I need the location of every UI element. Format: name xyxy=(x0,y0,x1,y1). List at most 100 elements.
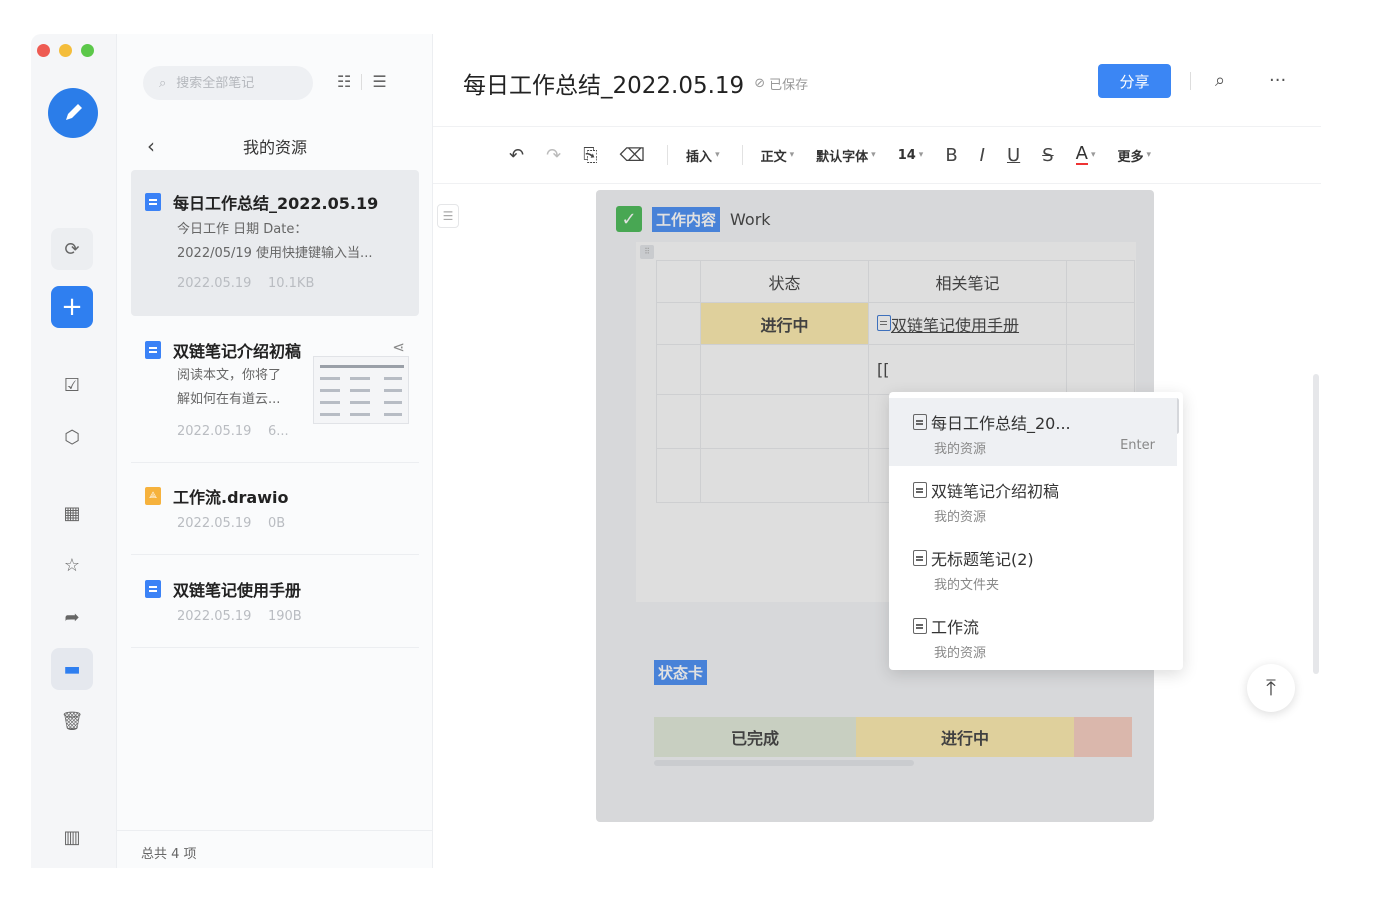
shared-button[interactable]: ➦ xyxy=(51,596,93,638)
more-dropdown[interactable]: 更多 ▾ xyxy=(1117,146,1151,165)
note-size: 10.1KB xyxy=(267,276,315,291)
note-title: 每日工作总结_2022.05.19 xyxy=(173,194,379,213)
sort-icon[interactable]: ☰ xyxy=(372,72,386,91)
doc-title[interactable]: 每日工作总结_2022.05.19 xyxy=(463,66,744,100)
note-item-intro[interactable]: 双链笔记介绍初稿 ⋖ 阅读本文，你将了 解如何在有道云... 2022.05.1… xyxy=(131,318,419,462)
trash-button[interactable]: 🗑 xyxy=(51,700,93,742)
add-icon: + xyxy=(61,292,83,322)
app-window: ⟳ + ☑ ⬡ ▦ ☆ ➦ ▬ 🗑 ▥ ⌕ 搜索全部笔记 ☷ ☰ ‹ 我的资源 … xyxy=(31,34,1321,868)
save-status: ⊘ 已保存 xyxy=(754,74,808,93)
back-icon[interactable]: ‹ xyxy=(147,134,155,158)
note-summary-line: 今日工作 日期 Date： xyxy=(177,222,308,237)
search-box[interactable]: ⌕ xyxy=(143,66,313,100)
editor-pane: 每日工作总结_2022.05.19 ⊘ 已保存 分享 ⌕ ··· ↶ ↷ ⎘ ⌫… xyxy=(433,34,1321,868)
paragraph-dropdown[interactable]: 正文 ▾ xyxy=(761,146,795,165)
view-mode-icon[interactable]: ☷ xyxy=(337,72,351,91)
tag-button[interactable]: ⬡ xyxy=(51,416,93,458)
note-summary-line: 2022/05/19 使用快捷键输入当... xyxy=(177,246,373,261)
layout-icon: ▥ xyxy=(63,826,81,848)
text-color-label: A xyxy=(1075,143,1088,165)
suggestion-title: 每日工作总结_20... xyxy=(931,414,1071,433)
search-input[interactable] xyxy=(176,75,287,91)
search-in-doc-icon[interactable]: ⌕ xyxy=(1215,70,1225,91)
italic-button[interactable]: I xyxy=(980,145,985,166)
note-size: 0B xyxy=(267,516,286,531)
more-label: 更多 xyxy=(1117,149,1144,165)
add-button[interactable]: + xyxy=(51,286,93,328)
task-icon: ☑ xyxy=(63,374,81,396)
chevron-down-icon: ▾ xyxy=(789,150,795,160)
font-size-dropdown[interactable]: 14 ▾ xyxy=(898,148,924,163)
minimize-window-button[interactable] xyxy=(59,44,72,57)
format-painter-icon[interactable]: ⎘ xyxy=(583,145,597,166)
suggestion-item[interactable]: 双链笔记介绍初稿 我的资源 xyxy=(889,466,1177,534)
note-list-panel: ⌕ ☷ ☰ ‹ 我的资源 每日工作总结_2022.05.19 今日工作 日期 D… xyxy=(117,34,433,868)
share-link-icon[interactable]: ⋖ xyxy=(392,338,405,356)
suggestion-location: 我的资源 xyxy=(934,442,987,457)
share-icon: ➦ xyxy=(64,606,80,628)
tag-icon: ⬡ xyxy=(64,426,80,448)
vertical-scrollbar[interactable] xyxy=(1313,374,1319,674)
note-title-row: ⟁ 工作流.drawio xyxy=(145,484,288,508)
app-logo[interactable] xyxy=(48,88,98,138)
suggestion-item[interactable]: 工作流 我的资源 xyxy=(889,602,1177,670)
font-label: 默认字体 xyxy=(816,149,869,165)
underline-button[interactable]: U xyxy=(1007,145,1020,166)
redo-icon[interactable]: ↷ xyxy=(546,145,561,166)
note-date: 2022.05.19 xyxy=(177,609,252,624)
layout-button[interactable]: ▥ xyxy=(51,816,93,858)
bold-button[interactable]: B xyxy=(945,145,957,166)
document-icon xyxy=(145,580,161,598)
toolbar-divider xyxy=(741,145,743,165)
note-title-row: 双链笔记介绍初稿 xyxy=(145,338,301,362)
note-item-drawio[interactable]: ⟁ 工作流.drawio 2022.05.19 0B xyxy=(131,464,419,554)
suggestion-title-row: 无标题笔记(2) xyxy=(913,546,1034,570)
suggestion-item[interactable]: 每日工作总结_20... 我的资源 Enter xyxy=(889,398,1177,466)
suggestion-title: 工作流 xyxy=(931,618,980,637)
note-item-manual[interactable]: 双链笔记使用手册 2022.05.19 190B xyxy=(131,557,419,647)
note-date: 2022.05.19 xyxy=(177,516,252,531)
zoom-window-button[interactable] xyxy=(81,44,94,57)
apps-button[interactable]: ▦ xyxy=(51,492,93,534)
list-title: 我的资源 xyxy=(242,138,307,157)
list-divider xyxy=(131,462,419,463)
my-resources-button[interactable]: ▬ xyxy=(51,648,93,690)
back-to-top-button[interactable]: ⤒ xyxy=(1247,664,1295,712)
strikethrough-button[interactable]: S xyxy=(1042,145,1053,166)
suggestion-item[interactable]: 无标题笔记(2) 我的文件夹 xyxy=(889,534,1177,602)
document-icon xyxy=(145,341,161,359)
note-meta: 2022.05.19 0B xyxy=(177,516,285,531)
share-button[interactable]: 分享 xyxy=(1098,64,1171,98)
list-divider xyxy=(131,554,419,555)
undo-icon[interactable]: ↶ xyxy=(509,145,524,166)
note-item-daily[interactable]: 每日工作总结_2022.05.19 今日工作 日期 Date： 2022/05/… xyxy=(131,170,419,316)
note-title-row: 双链笔记使用手册 xyxy=(145,577,301,601)
outline-icon[interactable]: ☰ xyxy=(437,204,459,228)
sync-button[interactable]: ⟳ xyxy=(51,228,93,270)
note-summary: 今日工作 日期 Date： 2022/05/19 使用快捷键输入当... xyxy=(177,218,372,266)
drawio-icon: ⟁ xyxy=(145,487,161,505)
more-options-icon[interactable]: ··· xyxy=(1269,70,1286,91)
note-thumbnail xyxy=(313,356,409,424)
suggestion-location: 我的资源 xyxy=(934,510,987,525)
suggestion-location: 我的文件夹 xyxy=(934,578,1000,593)
eraser-icon[interactable]: ⌫ xyxy=(620,145,645,166)
font-dropdown[interactable]: 默认字体 ▾ xyxy=(816,146,876,165)
list-header: ‹ 我的资源 xyxy=(117,132,433,160)
star-icon: ☆ xyxy=(63,554,81,576)
tools-divider xyxy=(361,73,363,90)
doc-title-row: 每日工作总结_2022.05.19 ⊘ 已保存 xyxy=(463,66,808,100)
insert-dropdown[interactable]: 插入 ▾ xyxy=(686,146,720,165)
note-meta: 2022.05.19 10.1KB xyxy=(177,276,314,291)
saved-label: 已保存 xyxy=(769,77,809,93)
document-icon xyxy=(913,550,927,566)
paragraph-label: 正文 xyxy=(760,149,787,165)
text-color-dropdown[interactable]: A ▾ xyxy=(1075,143,1095,165)
star-button[interactable]: ☆ xyxy=(51,544,93,586)
note-title: 双链笔记介绍初稿 xyxy=(173,342,302,361)
folder-icon: ▬ xyxy=(63,658,81,680)
close-window-button[interactable] xyxy=(37,44,50,57)
chevron-down-icon: ▾ xyxy=(918,150,924,160)
task-button[interactable]: ☑ xyxy=(51,364,93,406)
suggestion-title-row: 每日工作总结_20... xyxy=(913,410,1071,434)
